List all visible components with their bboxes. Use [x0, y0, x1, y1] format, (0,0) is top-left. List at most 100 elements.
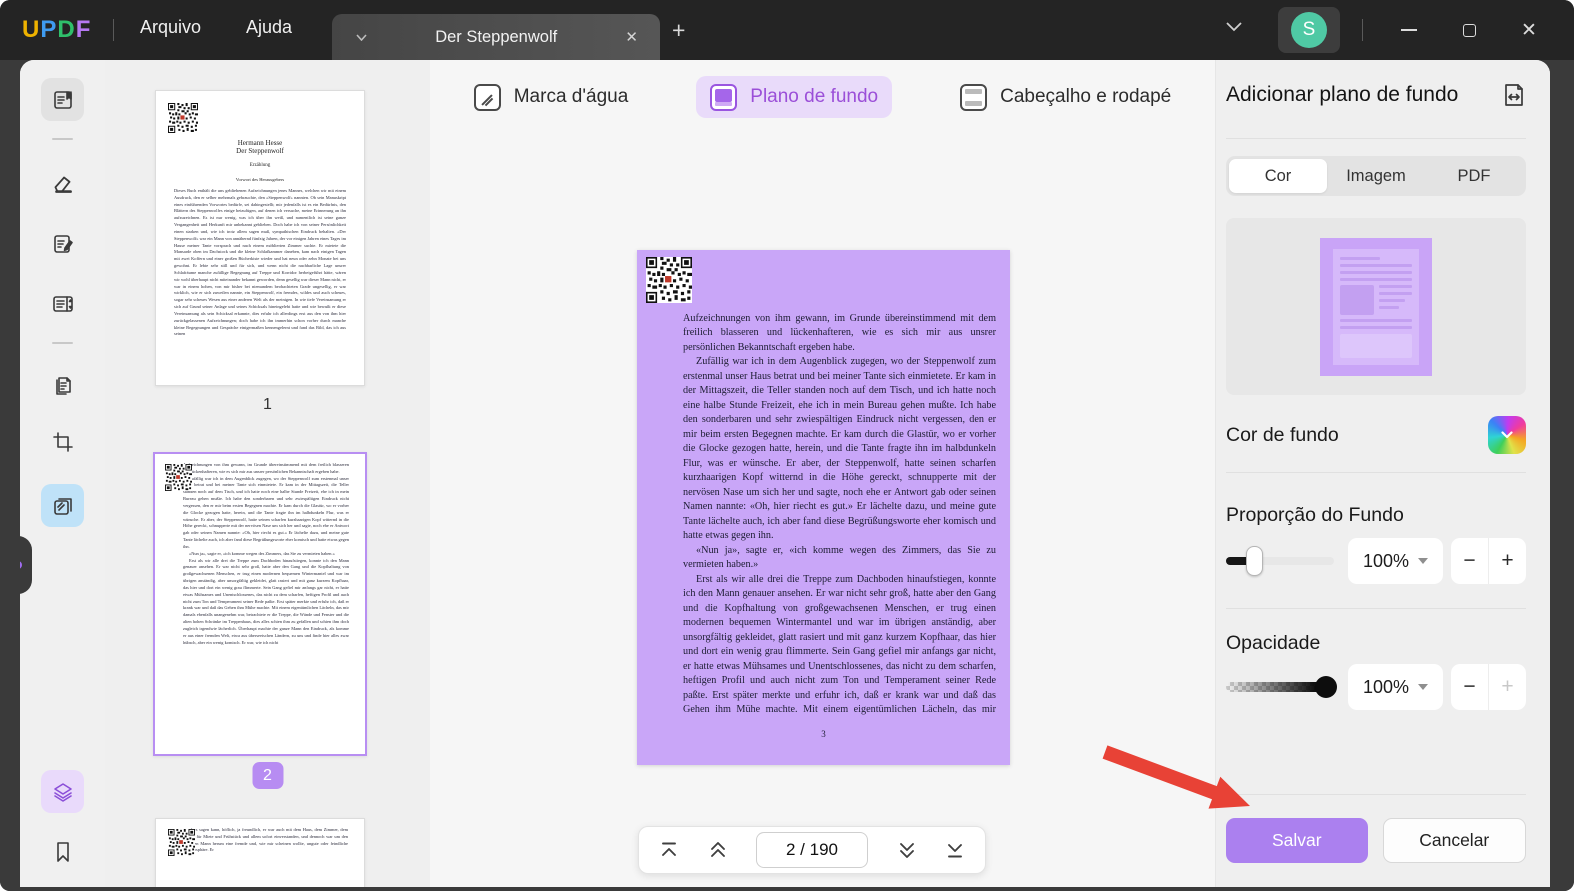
ratio-stepper: − + — [1451, 538, 1526, 584]
menu-ajuda[interactable]: Ajuda — [246, 17, 292, 38]
thumb-body-text: anders sagen kann, höflich, ja freundlic… — [186, 827, 348, 853]
sidebar-item-crop[interactable] — [41, 420, 84, 463]
dropdown-caret-icon — [1418, 558, 1429, 564]
window-close-button[interactable]: ✕ — [1506, 0, 1552, 60]
sidebar-item-reader[interactable] — [41, 78, 84, 121]
account-button[interactable]: S — [1278, 7, 1340, 53]
sidebar-item-layers[interactable] — [41, 770, 84, 813]
sidebar-item-organize-pages[interactable] — [41, 364, 84, 407]
avatar[interactable]: S — [1291, 12, 1327, 48]
bg-color-label: Cor de fundo — [1226, 423, 1339, 446]
divider — [113, 19, 114, 41]
maximize-icon — [1462, 23, 1476, 37]
document-canvas: Marca d'água Plano de fundo Cabeçalho e … — [430, 60, 1215, 887]
thumbnail-page-1[interactable]: Hermann Hesse Der Steppenwolf Erzählung … — [155, 90, 365, 386]
ratio-value-dropdown[interactable]: 100% — [1348, 538, 1443, 584]
updf-window: UPDF Arquivo Ajuda Der Steppenwolf ✕ + S… — [0, 0, 1574, 891]
paragraph: Zufällig war ich in dem Augenblick zugeg… — [683, 356, 996, 542]
qr-code — [646, 257, 692, 303]
tab-cor[interactable]: Cor — [1229, 159, 1327, 193]
ratio-decrease-button[interactable]: − — [1451, 538, 1489, 584]
first-page-icon[interactable] — [659, 841, 679, 859]
divider — [1226, 608, 1526, 609]
pdf-page[interactable]: Aufzeichnungen von ihm gewann, im Grunde… — [637, 250, 1010, 765]
sidebar-item-comment[interactable] — [41, 162, 84, 205]
tab-title: Der Steppenwolf — [435, 27, 558, 46]
color-picker-button[interactable] — [1488, 416, 1526, 454]
opacity-stepper: − + — [1451, 664, 1526, 710]
bookmark-icon — [56, 841, 69, 862]
new-tab-button[interactable]: + — [672, 19, 685, 42]
ratio-value: 100% — [1362, 550, 1410, 571]
background-type-tabs: Cor Imagem PDF — [1226, 156, 1526, 196]
paragraph: «Nun ja», sagte er, «ich komme wegen des… — [683, 544, 996, 571]
divider — [1226, 138, 1526, 139]
cancel-button[interactable]: Cancelar — [1382, 818, 1526, 863]
app-content: Hermann Hesse Der Steppenwolf Erzählung … — [20, 60, 1550, 887]
minimize-button[interactable] — [1386, 0, 1432, 60]
page-number-input[interactable] — [756, 832, 868, 868]
thumbnail-panel: Hermann Hesse Der Steppenwolf Erzählung … — [105, 60, 430, 887]
previous-page-icon[interactable] — [708, 840, 728, 860]
thumbnail-page-2[interactable]: Aufzeichnungen von ihm gewann, im Grunde… — [153, 452, 367, 756]
sidebar-collapse-handle[interactable] — [20, 536, 32, 594]
highlighter-icon — [54, 176, 72, 193]
tab-background[interactable]: Plano de fundo — [696, 76, 893, 118]
last-page-icon[interactable] — [945, 841, 965, 859]
reader-icon — [53, 90, 72, 109]
layers-icon — [53, 782, 72, 802]
document-tab[interactable]: Der Steppenwolf ✕ — [332, 14, 660, 60]
page-width-icon[interactable] — [1502, 82, 1526, 108]
window-chevron-down-icon[interactable] — [1226, 22, 1242, 32]
background-icon — [710, 83, 738, 111]
tab-header-footer[interactable]: Cabeçalho e rodapé — [946, 76, 1185, 118]
form-icon — [52, 295, 73, 312]
crop-icon — [52, 431, 73, 452]
page-navigation-bar — [638, 826, 986, 874]
opacity-label: Opacidade — [1226, 632, 1321, 654]
left-toolbar — [20, 60, 105, 887]
tab-watermark[interactable]: Marca d'água — [460, 76, 643, 118]
chevron-down-icon — [1501, 431, 1513, 439]
watermark-icon — [473, 83, 501, 111]
maximize-button[interactable] — [1446, 0, 1492, 60]
tab-label: Marca d'água — [513, 86, 629, 107]
opacity-increase-button[interactable]: + — [1489, 664, 1526, 710]
tab-imagem[interactable]: Imagem — [1327, 159, 1425, 193]
tab-pdf[interactable]: PDF — [1425, 159, 1523, 193]
divider — [52, 342, 73, 344]
ratio-slider[interactable] — [1226, 546, 1334, 576]
opacity-value-dropdown[interactable]: 100% — [1348, 664, 1443, 710]
watermark-icon — [53, 497, 72, 515]
preview-document-mock — [1333, 249, 1419, 365]
accent-dot — [20, 561, 22, 569]
qr-code — [168, 829, 195, 856]
sidebar-item-bookmark[interactable] — [41, 830, 84, 873]
sidebar-item-form[interactable] — [41, 282, 84, 325]
menu-arquivo[interactable]: Arquivo — [140, 17, 201, 38]
panel-title: Adicionar plano de fundo — [1226, 83, 1459, 106]
ratio-increase-button[interactable]: + — [1489, 538, 1526, 584]
paragraph: Erst als wir alle drei die Treppe zum Da… — [683, 573, 996, 715]
sidebar-item-edit[interactable] — [41, 222, 84, 265]
minimize-icon — [1401, 29, 1417, 31]
thumb-body-text: Erst als wir alle drei die Treppe zum Da… — [183, 557, 349, 645]
opacity-decrease-button[interactable]: − — [1451, 664, 1489, 710]
opacity-value: 100% — [1362, 676, 1410, 697]
save-button[interactable]: Salvar — [1226, 818, 1368, 863]
sidebar-item-watermark[interactable] — [41, 484, 84, 527]
tab-close-icon[interactable]: ✕ — [625, 28, 638, 46]
thumbnail-label-2-selected: 2 — [252, 762, 283, 789]
opacity-slider[interactable] — [1226, 672, 1337, 702]
tab-chevron-down-icon[interactable] — [356, 33, 367, 41]
next-page-icon[interactable] — [897, 840, 917, 860]
edit-note-icon — [53, 234, 73, 253]
thumbnail-page-3[interactable]: anders sagen kann, höflich, ja freundlic… — [155, 818, 365, 887]
page-text: Aufzeichnungen von ihm gewann, im Grunde… — [683, 312, 996, 715]
title-bar: UPDF Arquivo Ajuda Der Steppenwolf ✕ + S… — [0, 0, 1574, 60]
qr-code — [165, 464, 192, 491]
thumb-body-text: Dieses Buch enthält die uns gebliebenen … — [174, 188, 346, 337]
slider-thumb[interactable] — [1246, 546, 1263, 576]
slider-thumb[interactable] — [1315, 676, 1337, 698]
doc-title: Der Steppenwolf — [236, 147, 284, 155]
